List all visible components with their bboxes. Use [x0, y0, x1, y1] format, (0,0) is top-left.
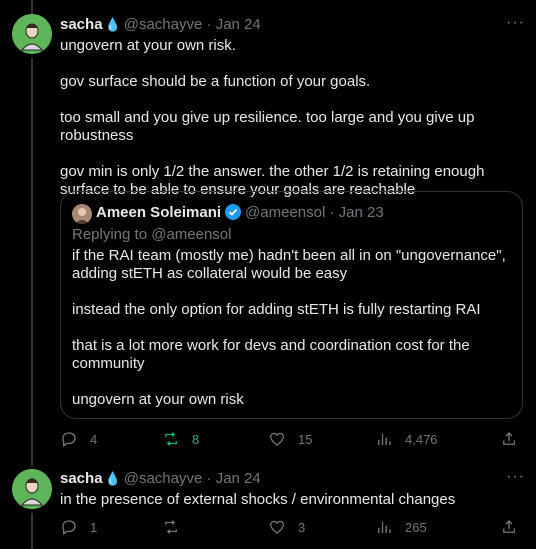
tweet-paragraph: gov surface should be a function of your…	[60, 73, 371, 90]
repost-icon	[165, 520, 177, 534]
quoted-header: Ameen Soleimani @ameensol · Jan 23	[96, 203, 384, 223]
views-button[interactable]: 265	[375, 518, 427, 536]
quoted-paragraph: if the RAI team (mostly me) hadn't been …	[72, 247, 506, 282]
avatar[interactable]	[12, 469, 52, 509]
avatar[interactable]	[12, 14, 52, 54]
more-options-icon[interactable]: ···	[506, 14, 525, 32]
tweet-header: sacha 💧 @sachayve · Jan 24	[60, 15, 261, 35]
reply-button[interactable]: 4	[60, 430, 97, 448]
share-icon	[503, 520, 515, 533]
like-button[interactable]: 3	[268, 518, 305, 536]
tweet-1[interactable]: sacha 💧 @sachayve · Jan 24 ··· ungovern at…	[0, 0, 536, 466]
views-button[interactable]: 4,476	[375, 430, 438, 448]
quoted-paragraph: instead the only option for adding stETH…	[72, 301, 481, 318]
repost-count: 8	[192, 431, 200, 447]
tweet-text: in the presence of external shocks / env…	[60, 491, 456, 508]
quoted-author-handle: @ameensol	[245, 204, 326, 221]
quoted-text: if the RAI team (mostly me) hadn't been …	[72, 247, 512, 409]
repost-button[interactable]: 8	[162, 430, 199, 448]
verified-badge-icon	[225, 204, 242, 220]
avatar-image-icon	[12, 14, 52, 54]
thread-line	[31, 513, 33, 549]
tweet-text: ungovern at your own risk. gov surface s…	[60, 37, 522, 199]
views-count: 265	[405, 519, 427, 535]
views-icon	[378, 433, 391, 445]
quoted-paragraph: that is a lot more work for devs and coo…	[72, 337, 470, 372]
author-handle[interactable]: @sachayve	[124, 16, 203, 33]
avatar-image-icon	[12, 469, 52, 509]
author-handle[interactable]: @sachayve	[124, 470, 203, 487]
reply-icon	[62, 520, 76, 536]
quoted-paragraph: ungovern at your own risk	[72, 391, 244, 408]
tweet-actions: 1 3 265	[60, 518, 520, 538]
heart-icon	[269, 520, 285, 534]
repost-button[interactable]	[162, 518, 192, 536]
tweet-paragraph: too small and you give up resilience. to…	[60, 109, 475, 144]
reply-button[interactable]: 1	[60, 518, 97, 536]
share-button[interactable]	[500, 430, 530, 448]
quoted-avatar[interactable]	[72, 204, 92, 224]
tweet-date[interactable]: Jan 24	[216, 16, 261, 33]
views-icon	[378, 521, 391, 533]
tweet-actions: 4 8 15 4,476	[60, 430, 520, 450]
author-name[interactable]: sacha	[60, 470, 103, 487]
quoted-tweet[interactable]: Ameen Soleimani @ameensol · Jan 23 Replyi…	[60, 191, 523, 419]
like-button[interactable]: 15	[268, 430, 312, 448]
tweet-paragraph: ungovern at your own risk.	[60, 37, 236, 54]
reply-count: 4	[90, 431, 98, 447]
reply-icon	[62, 432, 76, 448]
separator-dot: ·	[206, 470, 212, 487]
heart-icon	[269, 432, 285, 446]
repost-icon	[165, 432, 177, 446]
share-icon	[503, 432, 515, 445]
droplet-icon: 💧	[104, 471, 121, 486]
droplet-icon: 💧	[104, 17, 121, 32]
separator-dot: ·	[329, 204, 335, 221]
more-options-icon[interactable]: ···	[506, 468, 525, 486]
separator-dot: ·	[206, 16, 212, 33]
quoted-date: Jan 23	[338, 204, 384, 221]
share-button[interactable]	[500, 518, 530, 536]
like-count: 3	[298, 519, 306, 535]
tweet-2[interactable]: sacha 💧 @sachayve · Jan 24 ··· in the pres…	[0, 460, 536, 549]
thread-line	[31, 58, 33, 466]
reply-count: 1	[90, 519, 98, 535]
like-count: 15	[298, 431, 313, 447]
tweet-date[interactable]: Jan 24	[216, 470, 261, 487]
quoted-avatar-image-icon	[72, 204, 92, 224]
quoted-author-name: Ameen Soleimani	[96, 204, 222, 221]
author-name[interactable]: sacha	[60, 16, 103, 33]
tweet-header: sacha 💧 @sachayve · Jan 24	[60, 469, 261, 489]
views-count: 4,476	[405, 431, 438, 447]
replying-to: Replying to @ameensol	[72, 226, 232, 243]
